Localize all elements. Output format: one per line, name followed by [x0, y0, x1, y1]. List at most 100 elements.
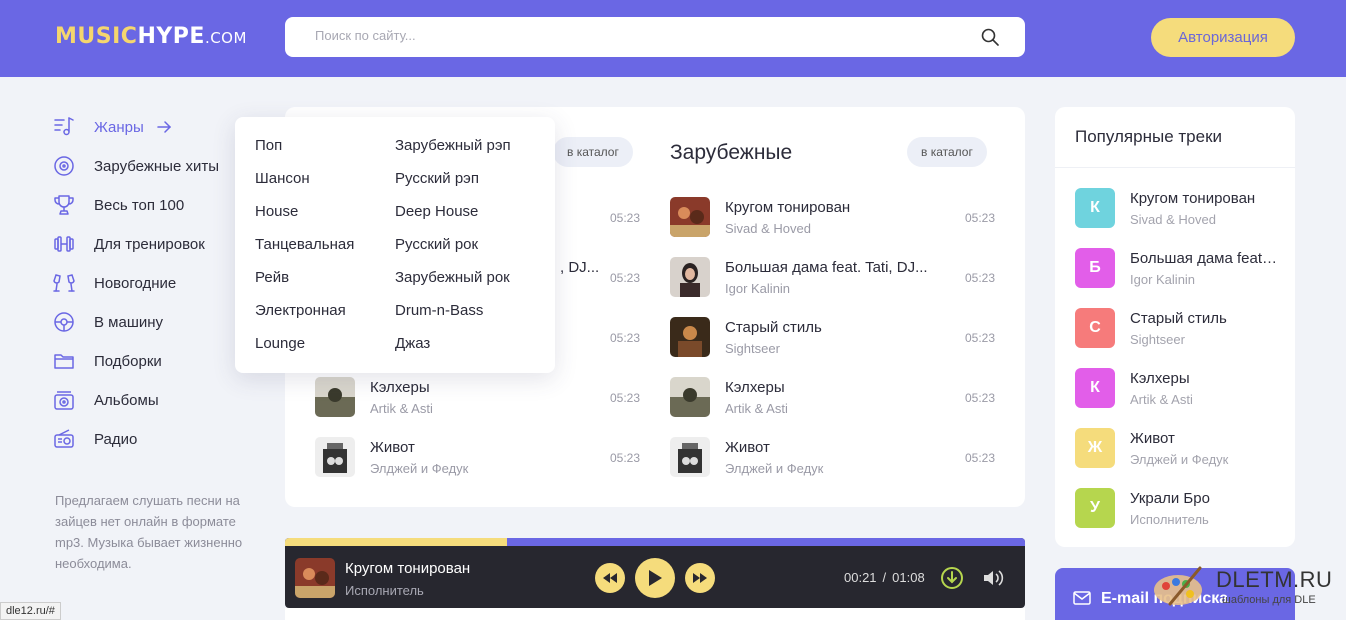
- logo-hype: HYPE: [137, 24, 205, 49]
- sidebar-item-top100[interactable]: Весь топ 100: [52, 190, 184, 220]
- divider: [1055, 167, 1295, 168]
- next-button[interactable]: [685, 563, 715, 593]
- volume-icon[interactable]: [982, 568, 1006, 588]
- sidebar-item-albums[interactable]: Альбомы: [52, 385, 159, 415]
- track-letter-avatar: К: [1075, 368, 1115, 408]
- palette-logo-icon: [1154, 566, 1202, 606]
- genre-link[interactable]: Шансон: [255, 170, 310, 187]
- trophy-icon: [54, 195, 74, 215]
- genres-dropdown: Поп Шансон House Танцевальная Рейв Элект…: [235, 117, 555, 373]
- track-letter-avatar: Б: [1075, 248, 1115, 288]
- track-artist: Элджей и Федук: [370, 461, 469, 476]
- sidebar-item-newyear[interactable]: Новогодние: [52, 268, 176, 298]
- track-cover: [315, 437, 355, 477]
- player-track-artist: Исполнитель: [345, 583, 424, 598]
- sidebar-item-label: Для тренировок: [94, 235, 205, 253]
- dumbbell-icon: [54, 236, 74, 252]
- track-row[interactable]: Кругом тонирован Sivad & Hoved 05:23: [670, 197, 995, 247]
- sidebar-item-workout[interactable]: Для тренировок: [52, 229, 205, 259]
- popular-item[interactable]: У Украли Бро Исполнитель: [1075, 488, 1280, 530]
- track-row[interactable]: Старый стиль Sightseer 05:23: [670, 317, 995, 367]
- fast-forward-icon: [693, 573, 707, 583]
- track-row[interactable]: Кэлхеры Artik & Asti 05:23: [315, 377, 640, 427]
- album-icon: [54, 391, 74, 410]
- genre-link[interactable]: Танцевальная: [255, 236, 354, 253]
- genre-link[interactable]: House: [255, 203, 298, 220]
- popular-item[interactable]: С Старый стиль Sightseer: [1075, 308, 1280, 350]
- sidebar-item-label: Весь топ 100: [94, 196, 185, 214]
- site-logo[interactable]: MUSICHYPE.COM: [55, 24, 247, 49]
- track-duration: 05:23: [964, 391, 995, 405]
- sidebar-item-label: В машину: [94, 313, 164, 331]
- genre-link[interactable]: Русский рэп: [395, 170, 479, 187]
- genre-link[interactable]: Зарубежный рок: [395, 269, 510, 286]
- track-letter-avatar: К: [1075, 188, 1115, 228]
- genre-link[interactable]: Deep House: [395, 203, 478, 220]
- prev-button[interactable]: [595, 563, 625, 593]
- auth-button[interactable]: Авторизация: [1151, 18, 1295, 57]
- popular-track-artist: Sivad & Hoved: [1130, 212, 1216, 227]
- sidebar-item-label: Жанры: [94, 118, 144, 136]
- sidebar-item-radio[interactable]: Радио: [52, 424, 137, 454]
- genre-link[interactable]: Рейв: [255, 269, 289, 286]
- track-row[interactable]: Живот Элджей и Федук 05:23: [315, 437, 640, 487]
- track-title: Кэлхеры: [725, 379, 785, 396]
- play-button[interactable]: [635, 558, 675, 598]
- sidebar-item-car[interactable]: В машину: [52, 307, 163, 337]
- sidebar-item-genres[interactable]: Жанры: [52, 112, 172, 142]
- champagne-icon: [53, 274, 75, 292]
- steering-wheel-icon: [54, 312, 74, 332]
- track-letter-avatar: Ж: [1075, 428, 1115, 468]
- track-row[interactable]: Живот Элджей и Федук 05:23: [670, 437, 995, 487]
- track-cover: [670, 257, 710, 297]
- track-duration: 05:23: [964, 271, 995, 285]
- player-time-separator: /: [882, 570, 887, 585]
- player-cover: [295, 558, 335, 598]
- logo-music: MUSIC: [55, 24, 138, 49]
- track-duration: 05:23: [609, 451, 640, 465]
- track-cover: [670, 377, 710, 417]
- track-row[interactable]: Кэлхеры Artik & Asti 05:23: [670, 377, 995, 427]
- popular-track-artist: Sightseer: [1130, 332, 1185, 347]
- popular-title: Популярные треки: [1075, 127, 1222, 146]
- track-row[interactable]: Большая дама feat. Tati, DJ... Igor Kali…: [670, 257, 995, 307]
- genre-link[interactable]: Зарубежный рэп: [395, 137, 511, 154]
- watermark: DLETM.RU шаблоны для DLE: [1150, 562, 1340, 612]
- sidebar-item-label: Альбомы: [94, 391, 159, 409]
- sidebar-item-foreign-hits[interactable]: Зарубежные хиты: [52, 151, 219, 181]
- popular-track-title: Большая дама feat. Tati, DJ...: [1130, 250, 1280, 267]
- track-title: Кругом тонирован: [725, 199, 851, 216]
- track-cover: [670, 197, 710, 237]
- popular-item[interactable]: К Кэлхеры Artik & Asti: [1075, 368, 1280, 410]
- player-track-title: Кругом тонирован: [345, 560, 471, 577]
- popular-track-artist: Artik & Asti: [1130, 392, 1193, 407]
- genre-link[interactable]: Lounge: [255, 335, 305, 352]
- right-catalog-button[interactable]: в каталог: [907, 137, 987, 167]
- track-duration: 05:23: [964, 451, 995, 465]
- popular-track-artist: Igor Kalinin: [1130, 272, 1196, 287]
- track-artist: Artik & Asti: [725, 401, 788, 416]
- track-artist: Sivad & Hoved: [725, 221, 811, 236]
- popular-track-artist: Исполнитель: [1130, 512, 1209, 527]
- genre-link[interactable]: Электронная: [255, 302, 346, 319]
- track-title: Старый стиль: [725, 319, 822, 336]
- left-catalog-button[interactable]: в каталог: [553, 137, 633, 167]
- status-bar-url: dle12.ru/#: [0, 602, 61, 620]
- player-total-time: 01:08: [892, 570, 925, 585]
- popular-item[interactable]: К Кругом тонирован Sivad & Hoved: [1075, 188, 1280, 230]
- foreign-section-title: Зарубежные: [670, 141, 793, 164]
- search-input[interactable]: [315, 28, 935, 43]
- popular-item[interactable]: Ж Живот Элджей и Федук: [1075, 428, 1280, 470]
- popular-item[interactable]: Б Большая дама feat. Tati, DJ... Igor Ka…: [1075, 248, 1280, 290]
- track-artist: Artik & Asti: [370, 401, 433, 416]
- sidebar-item-collections[interactable]: Подборки: [52, 346, 162, 376]
- download-icon[interactable]: [940, 566, 964, 590]
- genre-link[interactable]: Поп: [255, 137, 282, 154]
- radio-icon: [54, 429, 74, 448]
- genre-link[interactable]: Джаз: [395, 335, 430, 352]
- track-title: Кэлхеры: [370, 379, 430, 396]
- genre-link[interactable]: Русский рок: [395, 236, 478, 253]
- search-icon[interactable]: [981, 28, 999, 46]
- genre-link[interactable]: Drum-n-Bass: [395, 302, 483, 319]
- arrow-right-icon: [157, 121, 171, 133]
